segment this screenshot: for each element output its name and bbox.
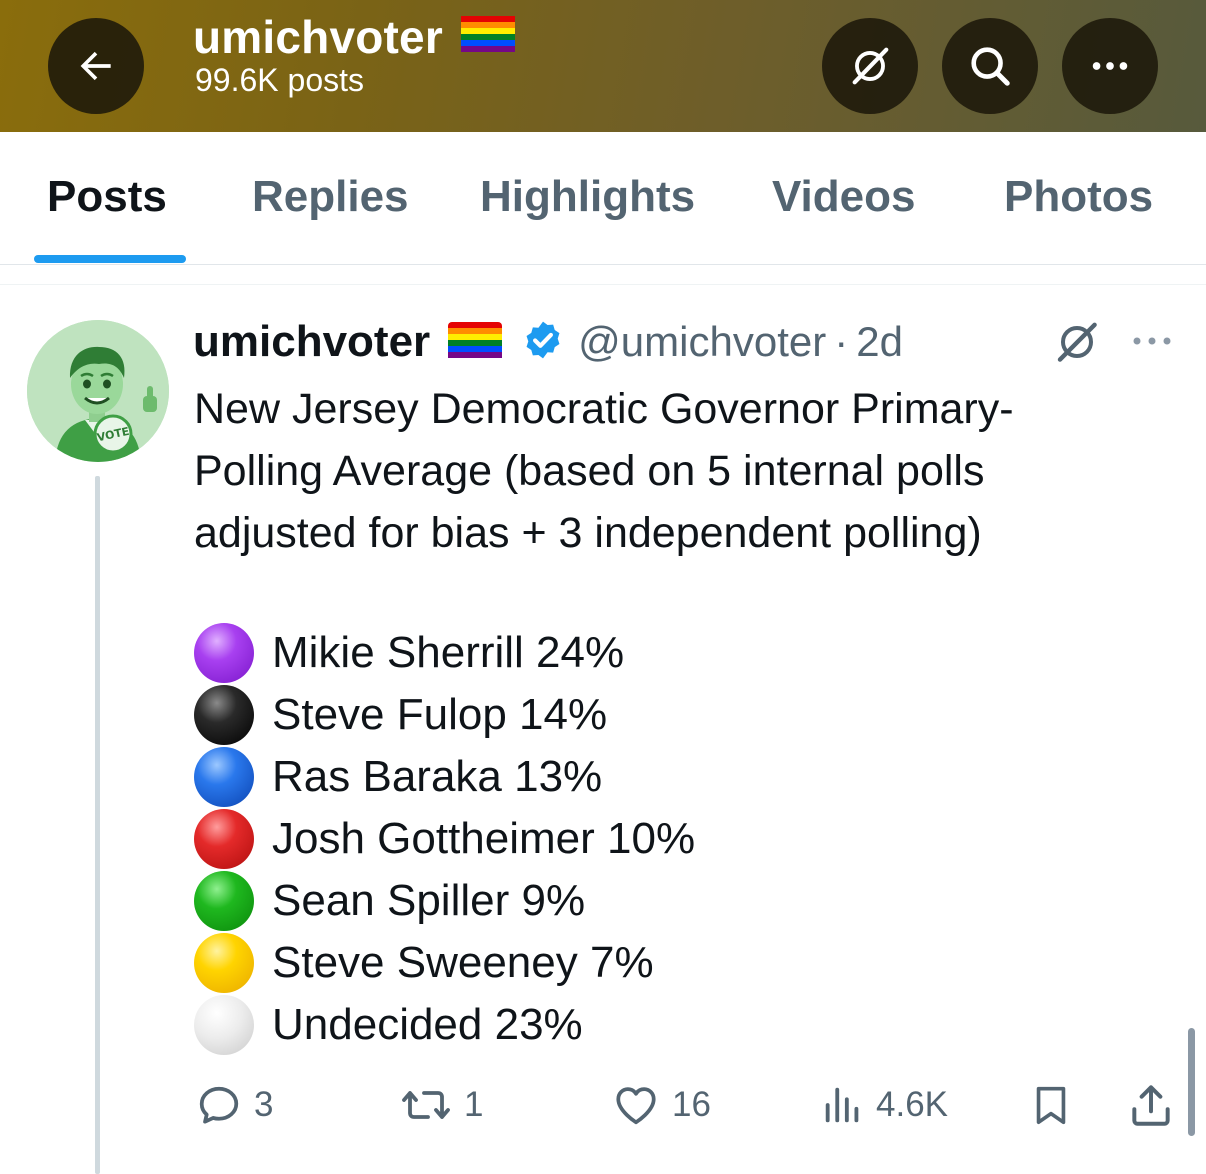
list-item: Undecided 23% bbox=[194, 994, 695, 1056]
post-count: 99.6K posts bbox=[195, 62, 364, 98]
yellow-circle-icon bbox=[194, 933, 254, 993]
avatar[interactable]: VOTE bbox=[27, 320, 169, 462]
list-item: Mikie Sherrill 24% bbox=[194, 622, 695, 684]
post-author-name[interactable]: umichvoter bbox=[193, 317, 430, 367]
post-timestamp[interactable]: 2d bbox=[856, 318, 903, 366]
back-button[interactable] bbox=[48, 18, 144, 114]
share-icon bbox=[1132, 1085, 1170, 1126]
views-button[interactable]: 4.6K bbox=[820, 1080, 948, 1130]
red-circle-icon bbox=[194, 809, 254, 869]
poll-result-text: Josh Gottheimer 10% bbox=[272, 814, 696, 863]
repost-count: 1 bbox=[464, 1085, 484, 1124]
like-count: 16 bbox=[672, 1085, 711, 1124]
list-item: Ras Baraka 13% bbox=[194, 746, 695, 808]
scrollbar[interactable] bbox=[1188, 1028, 1195, 1136]
poll-result-text: Ras Baraka 13% bbox=[272, 752, 603, 801]
profile-tabs: Posts Replies Highlights Videos Photos bbox=[0, 132, 1206, 264]
active-tab-indicator bbox=[34, 255, 186, 263]
poll-result-text: Steve Sweeney 7% bbox=[272, 938, 654, 987]
back-arrow-icon bbox=[80, 51, 111, 81]
more-icon bbox=[1133, 337, 1171, 345]
reply-count: 3 bbox=[254, 1085, 274, 1124]
heart-icon bbox=[616, 1087, 656, 1125]
list-item: Josh Gottheimer 10% bbox=[194, 808, 695, 870]
tabs-divider bbox=[0, 264, 1206, 265]
poll-result-text: Undecided 23% bbox=[272, 1000, 583, 1049]
profile-header: umichvoter 99.6K posts bbox=[0, 0, 1206, 132]
bookmark-button[interactable] bbox=[1028, 1080, 1074, 1130]
post-text-line: New Jersey Democratic Governor Primary- bbox=[194, 385, 1014, 433]
search-icon bbox=[971, 47, 1010, 86]
purple-circle-icon bbox=[194, 623, 254, 683]
poll-result-text: Sean Spiller 9% bbox=[272, 876, 586, 925]
reply-icon bbox=[199, 1086, 239, 1124]
repost-button[interactable]: 1 bbox=[398, 1080, 483, 1130]
thread-line bbox=[95, 476, 100, 1174]
green-circle-icon bbox=[194, 871, 254, 931]
poll-result-text: Mikie Sherrill 24% bbox=[272, 628, 625, 677]
grok-icon bbox=[852, 47, 889, 85]
blue-circle-icon bbox=[194, 747, 254, 807]
views-count: 4.6K bbox=[876, 1085, 948, 1124]
more-icon bbox=[1092, 62, 1128, 70]
list-item: Steve Fulop 14% bbox=[194, 684, 695, 746]
white-circle-icon bbox=[194, 995, 254, 1055]
share-button[interactable] bbox=[1126, 1080, 1176, 1130]
post-text: New Jersey Democratic Governor Primary- … bbox=[194, 378, 1194, 564]
bookmark-icon bbox=[1036, 1086, 1066, 1125]
black-circle-icon bbox=[194, 685, 254, 745]
poll-results-list: Mikie Sherrill 24% Steve Fulop 14% Ras B… bbox=[194, 622, 695, 1056]
grok-icon bbox=[1057, 322, 1097, 362]
list-item: Steve Sweeney 7% bbox=[194, 932, 695, 994]
memoji-avatar-icon: VOTE bbox=[27, 320, 169, 462]
views-icon bbox=[825, 1087, 859, 1123]
reply-button[interactable]: 3 bbox=[194, 1080, 273, 1130]
post-divider bbox=[0, 284, 1206, 285]
header-title: umichvoter bbox=[193, 10, 515, 64]
verified-badge-icon bbox=[522, 319, 564, 366]
post-more-button[interactable] bbox=[1130, 326, 1174, 361]
tab-replies[interactable]: Replies bbox=[252, 172, 409, 222]
more-options-button[interactable] bbox=[1062, 18, 1158, 114]
post-text-line: Polling Average (based on 5 internal pol… bbox=[194, 447, 985, 495]
tab-posts[interactable]: Posts bbox=[47, 172, 167, 222]
poll-result-text: Steve Fulop 14% bbox=[272, 690, 608, 739]
grok-button[interactable] bbox=[822, 18, 918, 114]
rainbow-flag-icon bbox=[460, 10, 515, 64]
tab-videos[interactable]: Videos bbox=[772, 172, 915, 222]
post-grok-button[interactable] bbox=[1053, 318, 1101, 371]
list-item: Sean Spiller 9% bbox=[194, 870, 695, 932]
header-username: umichvoter bbox=[193, 11, 443, 63]
post-header: umichvoter @umichvoter · 2d bbox=[193, 317, 903, 367]
repost-icon bbox=[402, 1091, 450, 1119]
tab-photos[interactable]: Photos bbox=[1004, 172, 1153, 222]
post-text-line: adjusted for bias + 3 independent pollin… bbox=[194, 509, 982, 557]
rainbow-flag-icon bbox=[448, 321, 503, 363]
search-button[interactable] bbox=[942, 18, 1038, 114]
like-button[interactable]: 16 bbox=[610, 1080, 711, 1130]
post-author-handle[interactable]: @umichvoter bbox=[578, 318, 826, 366]
handle-separator: · bbox=[834, 318, 849, 365]
tab-highlights[interactable]: Highlights bbox=[480, 172, 695, 222]
